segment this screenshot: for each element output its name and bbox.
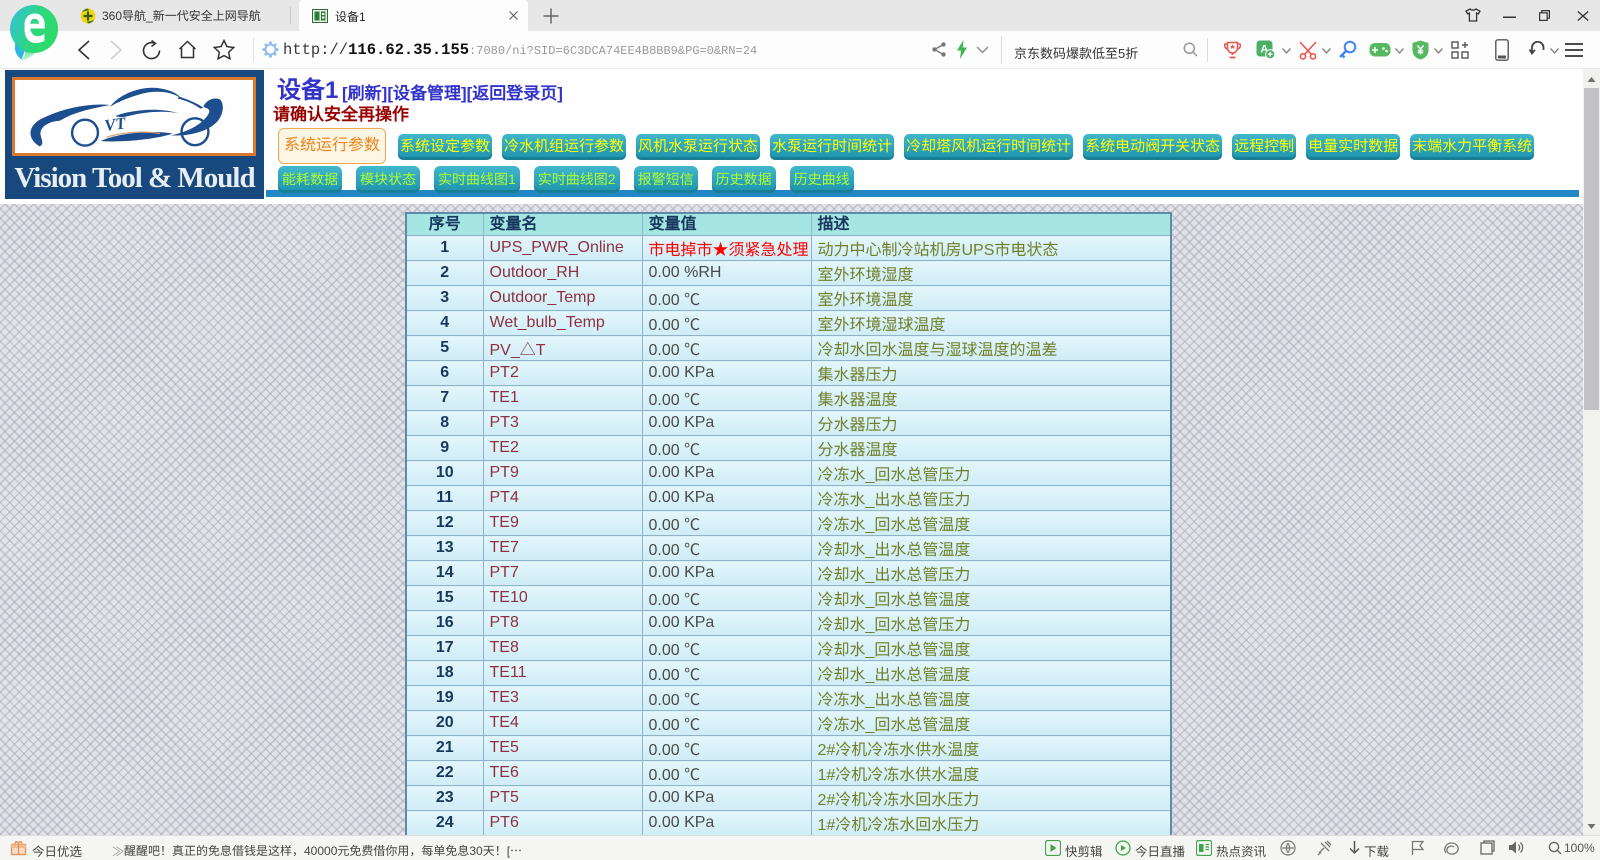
svg-text:VT: VT [103, 113, 128, 135]
